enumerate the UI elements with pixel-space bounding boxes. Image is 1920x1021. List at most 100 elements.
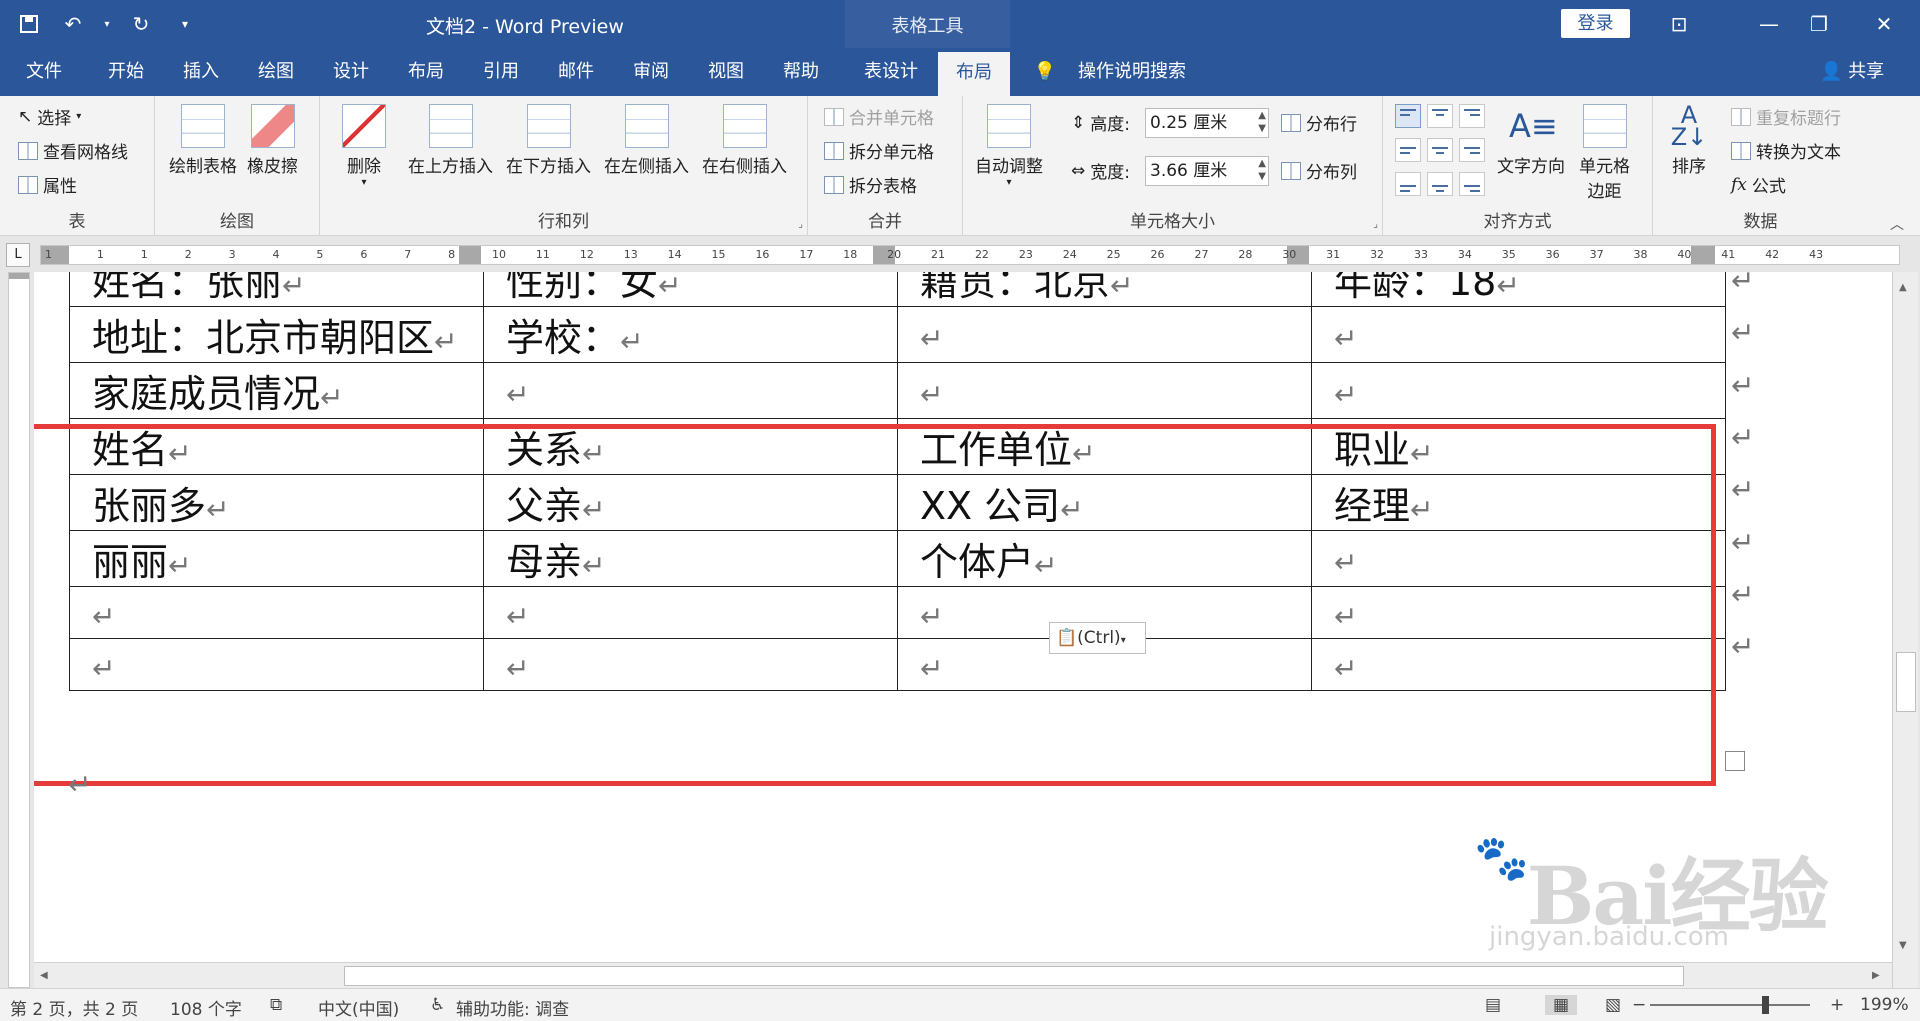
merge-cells-button[interactable]: 合并单元格 <box>824 104 934 129</box>
tab-table-layout[interactable]: 布局 <box>938 52 1010 96</box>
tab-references[interactable]: 引用 <box>479 48 523 96</box>
zoom-level[interactable]: 199% <box>1860 995 1909 1015</box>
sort-button[interactable]: A Z↓ 排序 <box>1667 103 1711 177</box>
accessibility-icon[interactable]: ♿ <box>430 995 445 1015</box>
collapse-ribbon-icon[interactable]: ︿ <box>1890 214 1904 234</box>
split-cells-button[interactable]: 拆分单元格 <box>824 138 934 163</box>
tab-layout[interactable]: 布局 <box>404 48 448 96</box>
table-cell[interactable]: 学校：↵ <box>483 306 898 363</box>
tab-view[interactable]: 视图 <box>704 48 748 96</box>
align-top-right-icon[interactable] <box>1459 104 1485 128</box>
tab-home[interactable]: 开始 <box>104 48 148 96</box>
cell-margins-button[interactable]: 单元格 边距 <box>1579 104 1630 202</box>
customize-qat-icon[interactable]: ▾ <box>170 9 200 39</box>
document-canvas[interactable]: 姓名：张丽↵ 性别：女↵ 籍贯：北京↵ 年龄：18↵ 地址：北京市朝阳区↵ 学校：↵ ↵ ↵ 家… <box>34 272 1892 962</box>
vertical-scrollbar[interactable]: ▲ ▼ <box>1892 272 1918 988</box>
horizontal-scroll-thumb[interactable] <box>344 966 1684 986</box>
table-cell[interactable]: ↵ <box>483 362 898 419</box>
distribute-rows-button[interactable]: 分布行 <box>1281 110 1357 135</box>
tab-help[interactable]: 帮助 <box>779 48 823 96</box>
insert-left-button[interactable]: 在左侧插入 <box>604 104 689 177</box>
zoom-slider[interactable] <box>1650 1004 1810 1006</box>
eraser-button[interactable]: 橡皮擦 <box>247 104 298 177</box>
zoom-out-button[interactable]: − <box>1632 995 1646 1015</box>
height-input[interactable]: 0.25 厘米 ▲ ▼ <box>1145 108 1269 138</box>
align-bottom-left-icon[interactable] <box>1395 172 1421 196</box>
insert-below-button[interactable]: 在下方插入 <box>506 104 591 177</box>
text-direction-button[interactable]: A≡ 文字方向 <box>1497 104 1565 177</box>
tab-selector-icon[interactable]: L <box>6 243 30 267</box>
zoom-in-button[interactable]: + <box>1830 995 1844 1015</box>
proofing-icon[interactable]: ⧉ <box>270 995 282 1015</box>
split-table-button[interactable]: 拆分表格 <box>824 172 917 197</box>
scroll-up-icon[interactable]: ▲ <box>1899 282 1907 293</box>
table-cell[interactable]: 年龄：18↵ <box>1311 272 1726 307</box>
repeat-header-button[interactable]: 重复标题行 <box>1731 104 1841 129</box>
table-cell[interactable]: 籍贯：北京↵ <box>897 272 1312 307</box>
view-gridlines-button[interactable]: 查看网格线 <box>18 138 128 163</box>
tab-mailings[interactable]: 邮件 <box>554 48 598 96</box>
language[interactable]: 中文(中国) <box>318 995 399 1020</box>
paste-options-button[interactable]: 📋(Ctrl)▾ <box>1049 622 1146 654</box>
word-count[interactable]: 108 个字 <box>170 995 242 1020</box>
autofit-button[interactable]: 自动调整 ▾ <box>975 104 1043 188</box>
table-cell[interactable]: ↵ <box>1311 362 1726 419</box>
share-button[interactable]: 👤 共享 <box>1820 48 1884 96</box>
table-cell[interactable]: 地址：北京市朝阳区↵ <box>69 306 484 363</box>
table-cell[interactable]: ↵ <box>897 306 1312 363</box>
zoom-slider-knob[interactable] <box>1762 996 1769 1014</box>
scroll-left-icon[interactable]: ◀ <box>40 970 48 981</box>
tab-review[interactable]: 审阅 <box>629 48 673 96</box>
table-cell[interactable]: 性别：女↵ <box>483 272 898 307</box>
lightbulb-icon[interactable]: 💡 <box>1032 48 1058 96</box>
align-middle-left-icon[interactable] <box>1395 138 1421 162</box>
properties-button[interactable]: 属性 <box>18 172 77 197</box>
formula-button[interactable]: fx 公式 <box>1731 172 1786 198</box>
table-cell[interactable]: ↵ <box>1311 306 1726 363</box>
delete-button[interactable]: 删除 ▾ <box>342 104 386 188</box>
draw-table-button[interactable]: 绘制表格 <box>169 104 237 177</box>
table-cell[interactable]: 姓名：张丽↵ <box>69 272 484 307</box>
vertical-ruler[interactable] <box>8 272 30 988</box>
align-top-center-icon[interactable] <box>1427 104 1453 128</box>
tell-me-search[interactable]: 操作说明搜索 <box>1072 48 1192 96</box>
tab-design[interactable]: 设计 <box>329 48 373 96</box>
align-middle-right-icon[interactable] <box>1459 138 1485 162</box>
close-icon[interactable]: ✕ <box>1855 0 1913 48</box>
horizontal-ruler[interactable]: 1 1 1 2 3 4 5 6 7 8 10 11 12 13 14 15 16 17 18 20 21 22 23 24 25… <box>40 245 1900 265</box>
horizontal-scrollbar[interactable]: ◀ ▶ <box>34 962 1892 988</box>
restore-icon[interactable]: ❐ <box>1790 0 1848 48</box>
table-resize-handle[interactable] <box>1725 751 1745 771</box>
distribute-cols-button[interactable]: 分布列 <box>1281 158 1357 183</box>
table-cell[interactable]: ↵ <box>897 362 1312 419</box>
accessibility-status[interactable]: 辅助功能: 调查 <box>456 995 569 1020</box>
redo-icon[interactable]: ↻ <box>126 9 156 39</box>
convert-to-text-button[interactable]: 转换为文本 <box>1731 138 1841 163</box>
page-count[interactable]: 第 2 页，共 2 页 <box>10 995 138 1020</box>
dialog-launcher-icon[interactable]: ⌟ <box>1373 219 1378 230</box>
insert-right-button[interactable]: 在右侧插入 <box>702 104 787 177</box>
align-bottom-center-icon[interactable] <box>1427 172 1453 196</box>
align-bottom-right-icon[interactable] <box>1459 172 1485 196</box>
align-top-left-icon[interactable] <box>1395 104 1421 128</box>
tab-table-design[interactable]: 表设计 <box>858 48 924 96</box>
spinner-icon[interactable]: ▲ ▼ <box>1258 157 1266 183</box>
login-button[interactable]: 登录 <box>1561 9 1630 38</box>
undo-dropdown-icon[interactable]: ▾ <box>102 9 112 39</box>
scroll-down-icon[interactable]: ▼ <box>1899 940 1907 951</box>
width-input[interactable]: 3.66 厘米 ▲ ▼ <box>1145 156 1269 186</box>
ruler-column-marker[interactable] <box>459 246 481 264</box>
tab-file[interactable]: 文件 <box>22 48 66 96</box>
insert-above-button[interactable]: 在上方插入 <box>408 104 493 177</box>
print-layout-icon[interactable]: ▦ <box>1545 995 1578 1015</box>
spinner-icon[interactable]: ▲ ▼ <box>1258 109 1266 135</box>
table-cell[interactable]: 家庭成员情况↵ <box>69 362 484 419</box>
dialog-launcher-icon[interactable]: ⌟ <box>798 219 803 230</box>
ribbon-display-options-icon[interactable]: ⊡ <box>1650 0 1708 48</box>
select-button[interactable]: ↖ 选择 ▾ <box>18 104 81 130</box>
read-mode-icon[interactable]: ▤ <box>1485 995 1501 1015</box>
undo-icon[interactable]: ↶ <box>58 9 88 39</box>
vertical-scroll-thumb[interactable] <box>1896 652 1916 712</box>
align-middle-center-icon[interactable] <box>1427 138 1453 162</box>
ruler-column-marker[interactable] <box>1691 246 1715 264</box>
